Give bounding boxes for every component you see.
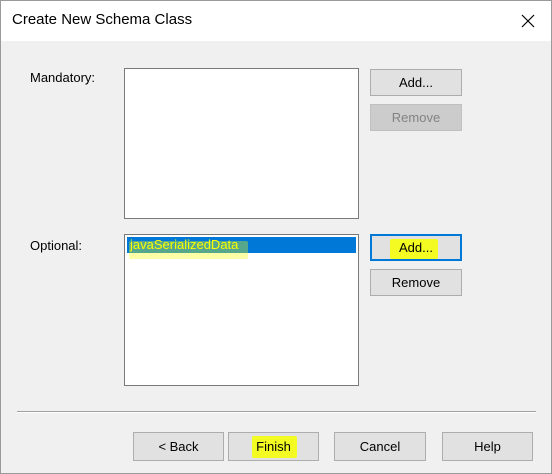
optional-add-button[interactable]: Add...: [370, 234, 462, 261]
back-button[interactable]: < Back: [133, 432, 224, 461]
optional-listbox[interactable]: javaSerializedData: [124, 234, 359, 386]
help-button[interactable]: Help: [442, 432, 533, 461]
cancel-button[interactable]: Cancel: [334, 432, 426, 461]
title-bar: Create New Schema Class: [1, 1, 551, 41]
optional-label: Optional:: [30, 238, 83, 253]
mandatory-remove-button[interactable]: Remove: [370, 104, 462, 131]
optional-remove-button[interactable]: Remove: [370, 269, 462, 296]
separator: [17, 411, 536, 413]
mandatory-label: Mandatory:: [30, 70, 96, 85]
finish-button[interactable]: Finish: [228, 432, 319, 461]
dialog-title: Create New Schema Class: [12, 11, 193, 28]
close-button[interactable]: [505, 1, 551, 41]
mandatory-listbox[interactable]: [124, 68, 359, 219]
dialog-window: Create New Schema Class Mandatory: Add..…: [0, 0, 552, 474]
highlight-marker: [129, 241, 248, 259]
mandatory-add-button[interactable]: Add...: [370, 69, 462, 96]
close-icon: [521, 14, 535, 28]
